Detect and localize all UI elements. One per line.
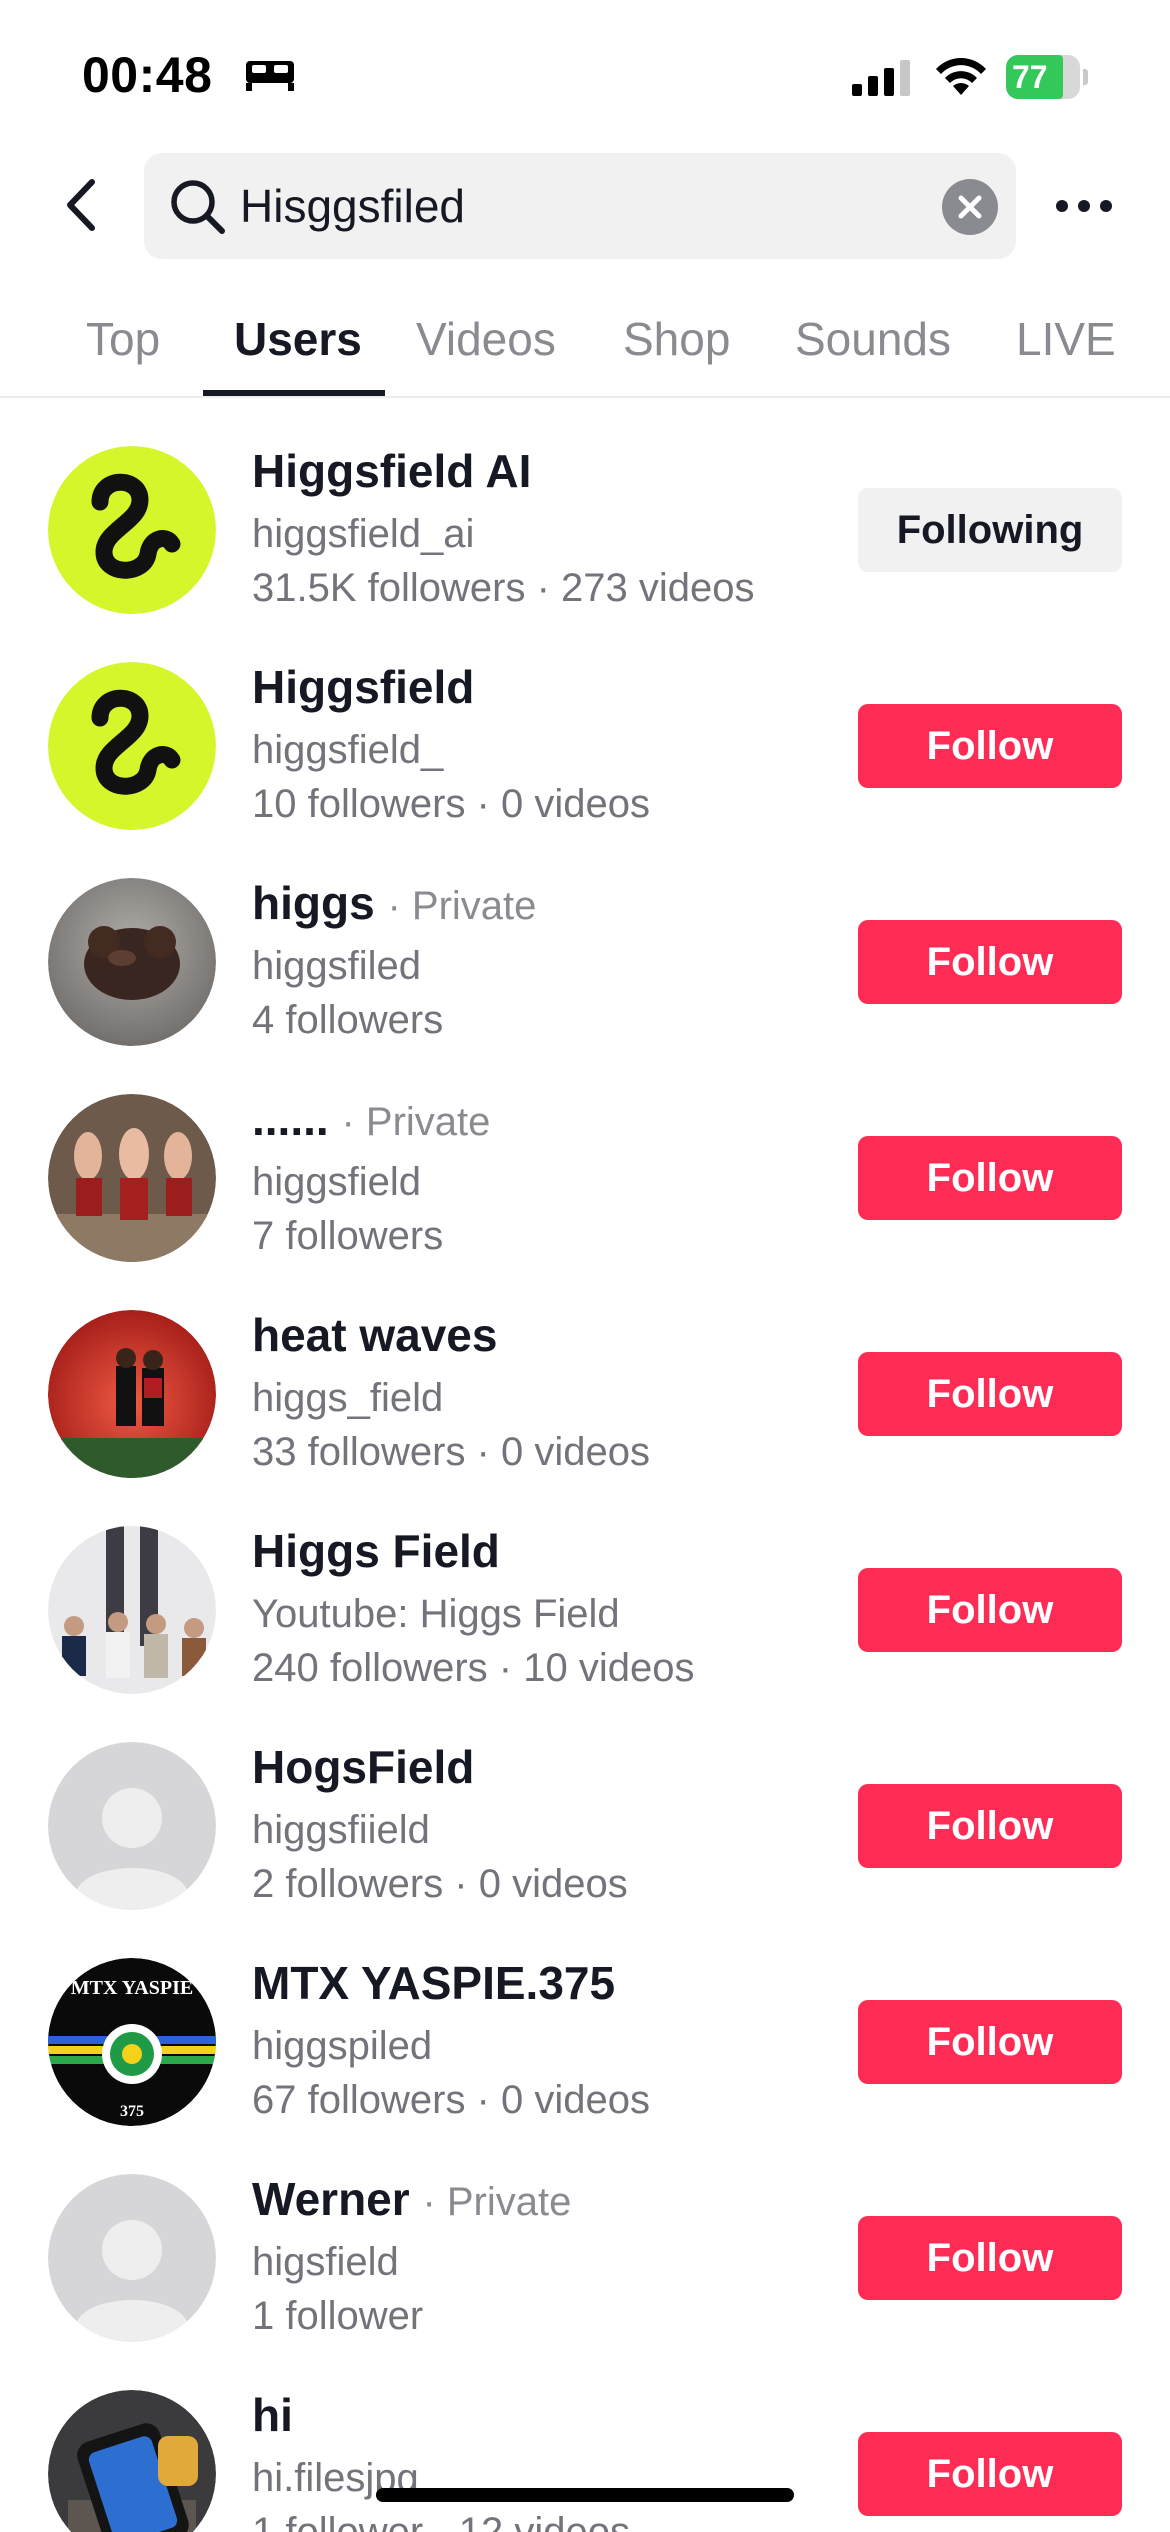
follow-button[interactable]: Follow [858, 920, 1122, 1004]
tab-videos[interactable]: Videos [416, 312, 556, 366]
user-handle: Youtube: Higgs Field [252, 1592, 620, 1636]
user-name: ...... · Private [252, 1093, 491, 1145]
user-handle: higgsfield_ai [252, 512, 475, 556]
user-row[interactable]: HogsField higgsfiield 2 followers · 0 vi… [0, 1696, 1170, 1912]
follow-button[interactable]: Follow [858, 2000, 1122, 2084]
user-stats: 1 follower · 12 videos [252, 2510, 630, 2532]
user-name: HogsField [252, 1741, 475, 1793]
home-indicator[interactable] [376, 2488, 794, 2502]
user-name: heat waves [252, 1309, 498, 1361]
follow-button[interactable]: Follow [858, 1568, 1122, 1652]
back-button[interactable] [52, 170, 116, 240]
user-handle: higgsfield_ [252, 728, 444, 772]
user-row[interactable]: heat waves higgs_field 33 followers · 0 … [0, 1264, 1170, 1480]
avatar[interactable] [48, 662, 216, 830]
search-bar[interactable] [144, 153, 1016, 259]
user-stats: 10 followers · 0 videos [252, 782, 650, 826]
more-icon[interactable] [1054, 180, 1114, 232]
user-handle: higgsfield [252, 1160, 422, 1204]
follow-button[interactable]: Follow [858, 1784, 1122, 1868]
signal-icon [852, 60, 910, 96]
user-row[interactable]: MTX YASPIE 375 MTX YASPIE.375 higgspiled… [0, 1912, 1170, 2128]
avatar[interactable]: MTX YASPIE 375 [48, 1958, 216, 2126]
user-row[interactable]: higgs · Private higgsfiled 4 followers F… [0, 832, 1170, 1048]
battery-icon: 77 [1006, 55, 1088, 99]
active-tab-indicator [203, 390, 385, 396]
follow-button[interactable]: Follow [858, 2216, 1122, 2300]
avatar[interactable] [48, 1094, 216, 1262]
default-avatar-icon[interactable] [48, 1742, 216, 1910]
user-name: hi [252, 2389, 293, 2441]
user-stats: 7 followers [252, 1214, 444, 1258]
avatar[interactable] [48, 1310, 216, 1478]
user-row[interactable]: Higgsfield higgsfield_ 10 followers · 0 … [0, 616, 1170, 832]
status-time: 00:48 [82, 47, 213, 103]
tab-live[interactable]: LIVE [1016, 312, 1116, 366]
wifi-icon [936, 58, 986, 95]
user-stats: 4 followers [252, 998, 444, 1042]
search-tabs: Top Users Videos Shop Sounds LIVE [0, 290, 1170, 398]
user-name: MTX YASPIE.375 [252, 1957, 616, 2009]
user-stats: 33 followers · 0 videos [252, 1430, 650, 1474]
avatar[interactable] [48, 2390, 216, 2532]
follow-button[interactable]: Follow [858, 2432, 1122, 2516]
user-handle: higsfield [252, 2240, 399, 2284]
user-handle: higgspiled [252, 2024, 433, 2068]
user-row[interactable]: hi hi.filesjpg 1 follower · 12 videos Fo… [0, 2344, 1170, 2532]
tab-shop[interactable]: Shop [623, 312, 730, 366]
user-name: Higgsfield AI [252, 445, 532, 497]
avatar[interactable] [48, 446, 216, 614]
status-bar: 00:48 77 [0, 0, 1170, 150]
user-row[interactable]: Higgs Field Youtube: Higgs Field 240 fol… [0, 1480, 1170, 1696]
user-name: Higgs Field [252, 1525, 500, 1577]
user-row[interactable]: Higgsfield AI higgsfield_ai 31.5K follow… [0, 400, 1170, 616]
user-row[interactable]: Werner · Private higsfield 1 follower Fo… [0, 2128, 1170, 2344]
user-stats: 240 followers · 10 videos [252, 1646, 695, 1690]
user-stats: 31.5K followers · 273 videos [252, 566, 755, 610]
search-input[interactable] [240, 173, 860, 239]
follow-button[interactable]: Follow [858, 704, 1122, 788]
battery-text: 77 [1012, 59, 1048, 95]
avatar-badge-text: MTX YASPIE [71, 1977, 193, 1999]
user-handle: higgs_field [252, 1376, 444, 1420]
user-handle: higgsfiield [252, 1808, 430, 1852]
tab-top[interactable]: Top [86, 312, 160, 366]
avatar-badge-number: 375 [120, 2103, 144, 2120]
user-name: Higgsfield [252, 661, 475, 713]
avatar[interactable] [48, 1526, 216, 1694]
user-name: Werner · Private [252, 2173, 572, 2225]
default-avatar-icon[interactable] [48, 2174, 216, 2342]
follow-button[interactable]: Follow [858, 1352, 1122, 1436]
user-stats: 1 follower [252, 2294, 424, 2338]
sleep-icon [246, 61, 294, 91]
follow-button[interactable]: Follow [858, 1136, 1122, 1220]
tab-sounds[interactable]: Sounds [795, 312, 951, 366]
user-stats: 2 followers · 0 videos [252, 1862, 628, 1906]
user-handle: higgsfiled [252, 944, 422, 988]
following-button[interactable]: Following [858, 488, 1122, 572]
clear-icon[interactable] [942, 179, 998, 235]
tab-users[interactable]: Users [234, 312, 362, 366]
user-row[interactable]: ...... · Private higgsfield 7 followers … [0, 1048, 1170, 1264]
avatar[interactable] [48, 878, 216, 1046]
search-results-screen: 00:48 77 Hisggsfiled Top Users Videos Sh… [0, 0, 1170, 2532]
search-icon [171, 180, 225, 234]
user-stats: 67 followers · 0 videos [252, 2078, 650, 2122]
user-name: higgs · Private [252, 877, 537, 929]
